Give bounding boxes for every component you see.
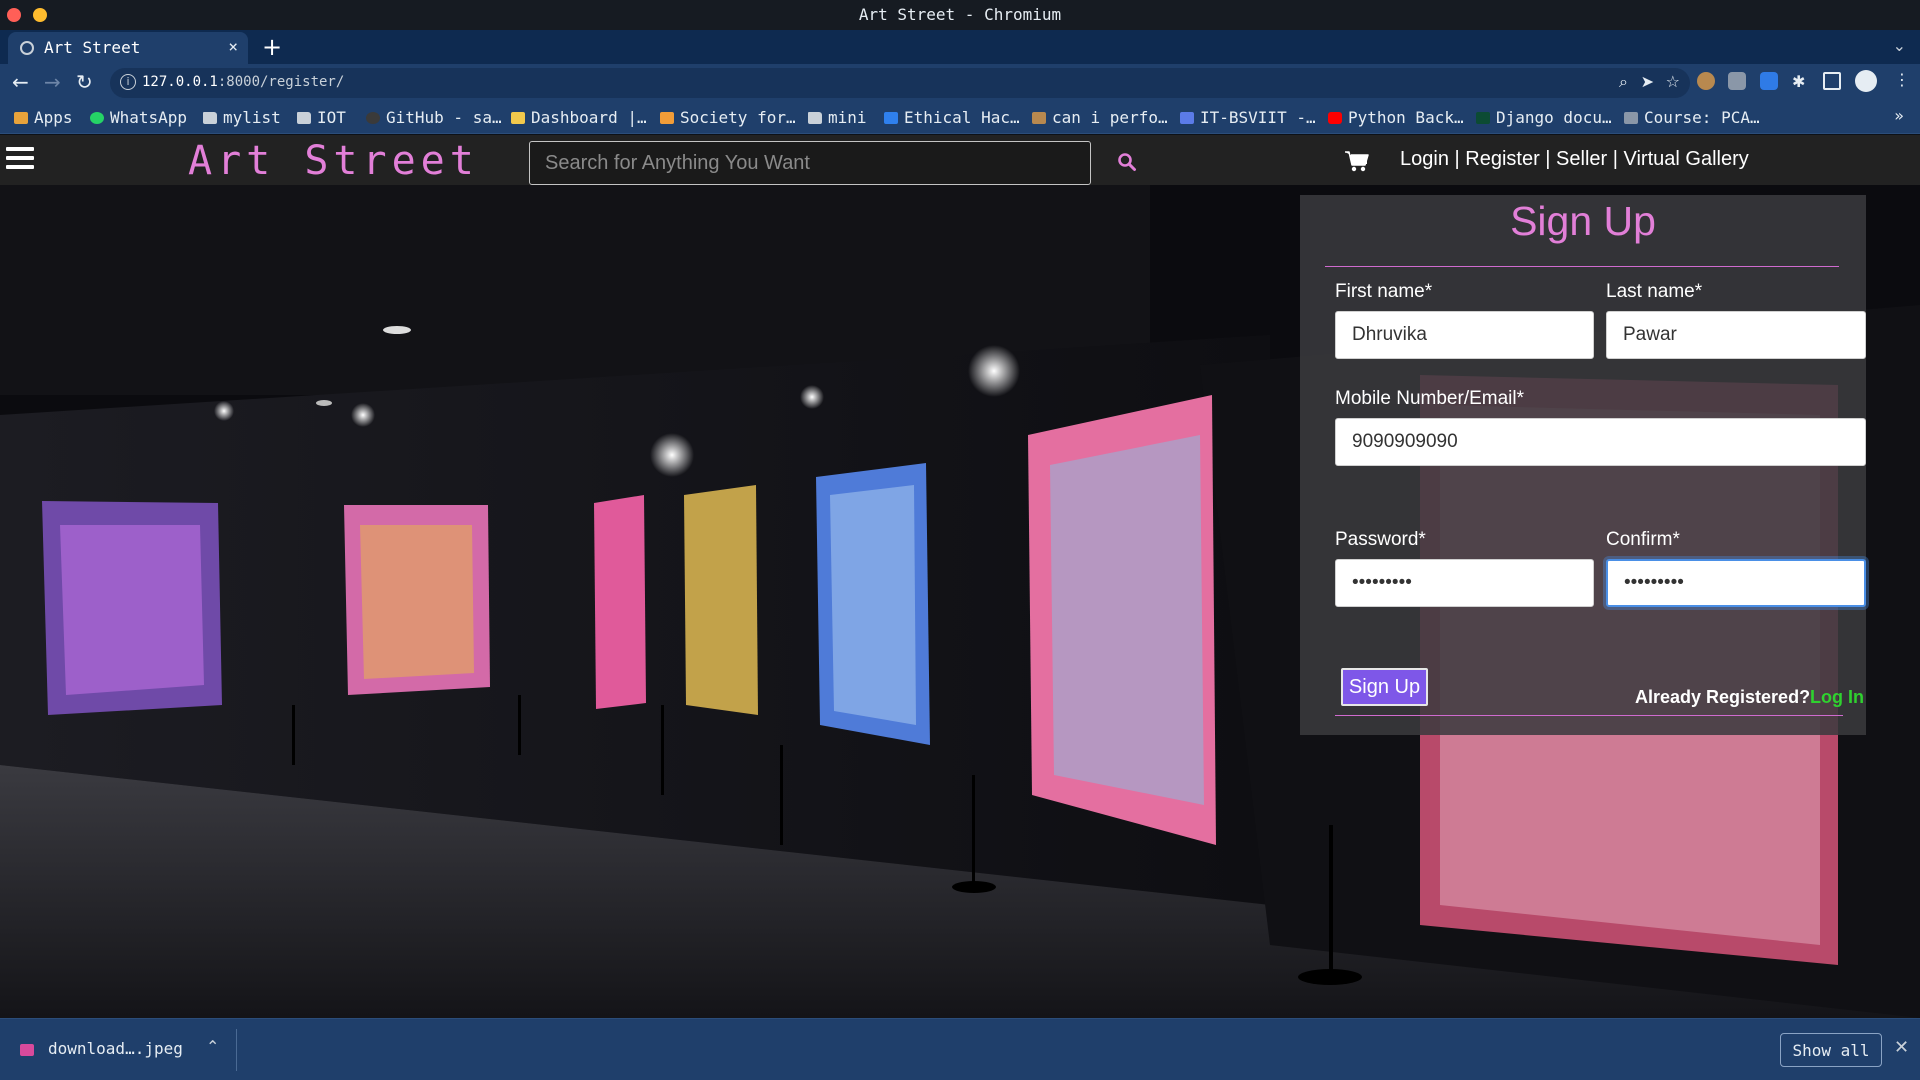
download-item[interactable]: download….jpeg — [48, 1039, 183, 1058]
globe-icon — [20, 41, 34, 55]
nav-register-link[interactable]: Register — [1465, 148, 1539, 170]
bookmark-iot[interactable]: IOT — [297, 108, 346, 127]
bookmark-dashboard[interactable]: Dashboard |… — [511, 108, 647, 127]
browser-toolbar: ← → ↻ i 127.0.0.1:8000/register/ ⌕ ➤ ☆ — [0, 64, 1920, 102]
first-name-label: First name* — [1335, 281, 1433, 302]
bookmark-mini[interactable]: mini — [808, 108, 867, 127]
dashboard-icon — [511, 112, 525, 124]
bookmark-python-backend[interactable]: Python Back… — [1328, 108, 1464, 127]
download-shelf: download….jpeg ⌃ Show all ✕ — [0, 1018, 1920, 1080]
bookmark-star-icon[interactable]: ☆ — [1666, 72, 1680, 91]
folder-icon — [297, 112, 311, 124]
site-brand[interactable]: Art Street — [188, 138, 479, 184]
confirm-password-input[interactable] — [1606, 559, 1866, 607]
can-i-perform-icon — [1032, 112, 1046, 124]
bookmark-it-bsviit[interactable]: IT-BSVIIT -… — [1180, 108, 1316, 127]
contact-input[interactable] — [1335, 418, 1866, 466]
bookmarks-overflow-icon[interactable]: » — [1894, 106, 1904, 125]
nav-separator: | — [1539, 148, 1557, 170]
show-all-button[interactable]: Show all — [1780, 1033, 1882, 1067]
window-titlebar: Art Street - Chromium — [0, 0, 1920, 30]
course-icon — [1624, 112, 1638, 124]
login-link[interactable]: Log In — [1810, 687, 1864, 708]
window-title: Art Street - Chromium — [858, 5, 1062, 24]
confirm-label: Confirm* — [1606, 529, 1680, 550]
django-icon — [1476, 112, 1490, 124]
bookmark-can-i-perform[interactable]: can i perfo… — [1032, 108, 1168, 127]
address-bar[interactable]: i 127.0.0.1:8000/register/ ⌕ ➤ ☆ — [110, 68, 1690, 98]
hamburger-menu-icon[interactable] — [6, 147, 34, 171]
nav-separator: | — [1607, 148, 1624, 170]
bookmarks-bar: Apps WhatsApp mylist IOT GitHub - sa… Da… — [0, 102, 1920, 134]
signup-panel: Sign Up First name* Last name* Mobile Nu… — [1300, 195, 1866, 735]
ethical-hacking-icon — [884, 112, 898, 124]
bookmark-github[interactable]: GitHub - sa… — [366, 108, 502, 127]
society-icon — [660, 112, 674, 124]
apps-grid-icon — [14, 112, 28, 124]
bookmark-django-docs[interactable]: Django docu… — [1476, 108, 1612, 127]
tab-art-street[interactable]: Art Street × — [8, 32, 248, 64]
whatsapp-icon — [90, 112, 104, 124]
first-name-input[interactable] — [1335, 311, 1594, 359]
folder-icon — [808, 112, 822, 124]
last-name-label: Last name* — [1606, 281, 1703, 302]
footer-divider — [1335, 715, 1843, 716]
send-icon[interactable]: ➤ — [1641, 72, 1654, 91]
bookmark-mylist[interactable]: mylist — [203, 108, 281, 127]
extension-cookie-icon[interactable] — [1697, 72, 1715, 90]
chevron-up-icon[interactable]: ⌃ — [206, 1037, 219, 1056]
nav-seller-link[interactable]: Seller — [1556, 148, 1607, 170]
password-label: Password* — [1335, 529, 1426, 550]
site-info-icon[interactable]: i — [120, 74, 136, 90]
extension-h-icon[interactable] — [1760, 72, 1778, 90]
forward-icon[interactable]: → — [44, 70, 61, 94]
reload-icon[interactable]: ↻ — [76, 70, 93, 94]
youtube-icon — [1328, 112, 1342, 124]
back-icon[interactable]: ← — [12, 70, 29, 94]
bookmark-whatsapp[interactable]: WhatsApp — [90, 108, 187, 127]
site-navbar: Art Street Login | Register | Seller | V… — [0, 135, 1920, 185]
bookmark-course-pca[interactable]: Course: PCA… — [1624, 108, 1760, 127]
signup-button[interactable]: Sign Up — [1341, 668, 1428, 706]
already-registered-text: Already Registered? — [1635, 687, 1811, 707]
bookmark-society[interactable]: Society for… — [660, 108, 796, 127]
contact-label: Mobile Number/Email* — [1335, 388, 1525, 409]
tab-search-chevron-icon[interactable]: ⌄ — [1893, 36, 1906, 55]
top-nav-links: Login | Register | Seller | Virtual Gall… — [1400, 148, 1749, 171]
nav-login-link[interactable]: Login — [1400, 148, 1449, 170]
url-text[interactable]: 127.0.0.1:8000/register/ — [142, 74, 344, 90]
image-file-icon — [20, 1044, 34, 1056]
side-panel-icon[interactable] — [1823, 72, 1841, 90]
close-shelf-icon[interactable]: ✕ — [1894, 1037, 1909, 1058]
zoom-icon[interactable]: ⌕ — [1619, 72, 1628, 92]
signup-title: Sign Up — [1510, 198, 1656, 244]
extensions-puzzle-icon[interactable]: ✱ — [1792, 72, 1810, 91]
nav-separator: | — [1448, 148, 1466, 170]
close-tab-button[interactable]: × — [228, 37, 238, 56]
github-icon — [366, 112, 380, 124]
tab-strip: Art Street × — [0, 30, 1920, 64]
page-viewport: Art Street Login | Register | Seller | V… — [0, 135, 1920, 1018]
cart-icon[interactable] — [1344, 150, 1370, 172]
search-input[interactable] — [529, 141, 1091, 185]
title-divider — [1325, 266, 1839, 267]
folder-icon — [203, 112, 217, 124]
password-input[interactable] — [1335, 559, 1594, 607]
browser-menu-icon[interactable]: ⋮ — [1894, 70, 1912, 89]
nav-virtual-gallery-link[interactable]: Virtual Gallery — [1624, 148, 1749, 170]
shelf-divider — [236, 1029, 237, 1071]
new-tab-button[interactable]: + — [262, 33, 282, 61]
bookmark-apps[interactable]: Apps — [14, 108, 73, 127]
extension-grid-icon[interactable] — [1728, 72, 1746, 90]
profile-avatar-icon[interactable] — [1855, 70, 1877, 92]
tab-label: Art Street — [44, 38, 141, 57]
last-name-input[interactable] — [1606, 311, 1866, 359]
bookmark-ethical-hacking[interactable]: Ethical Hac… — [884, 108, 1020, 127]
search-icon[interactable] — [1117, 152, 1137, 172]
teams-icon — [1180, 112, 1194, 124]
